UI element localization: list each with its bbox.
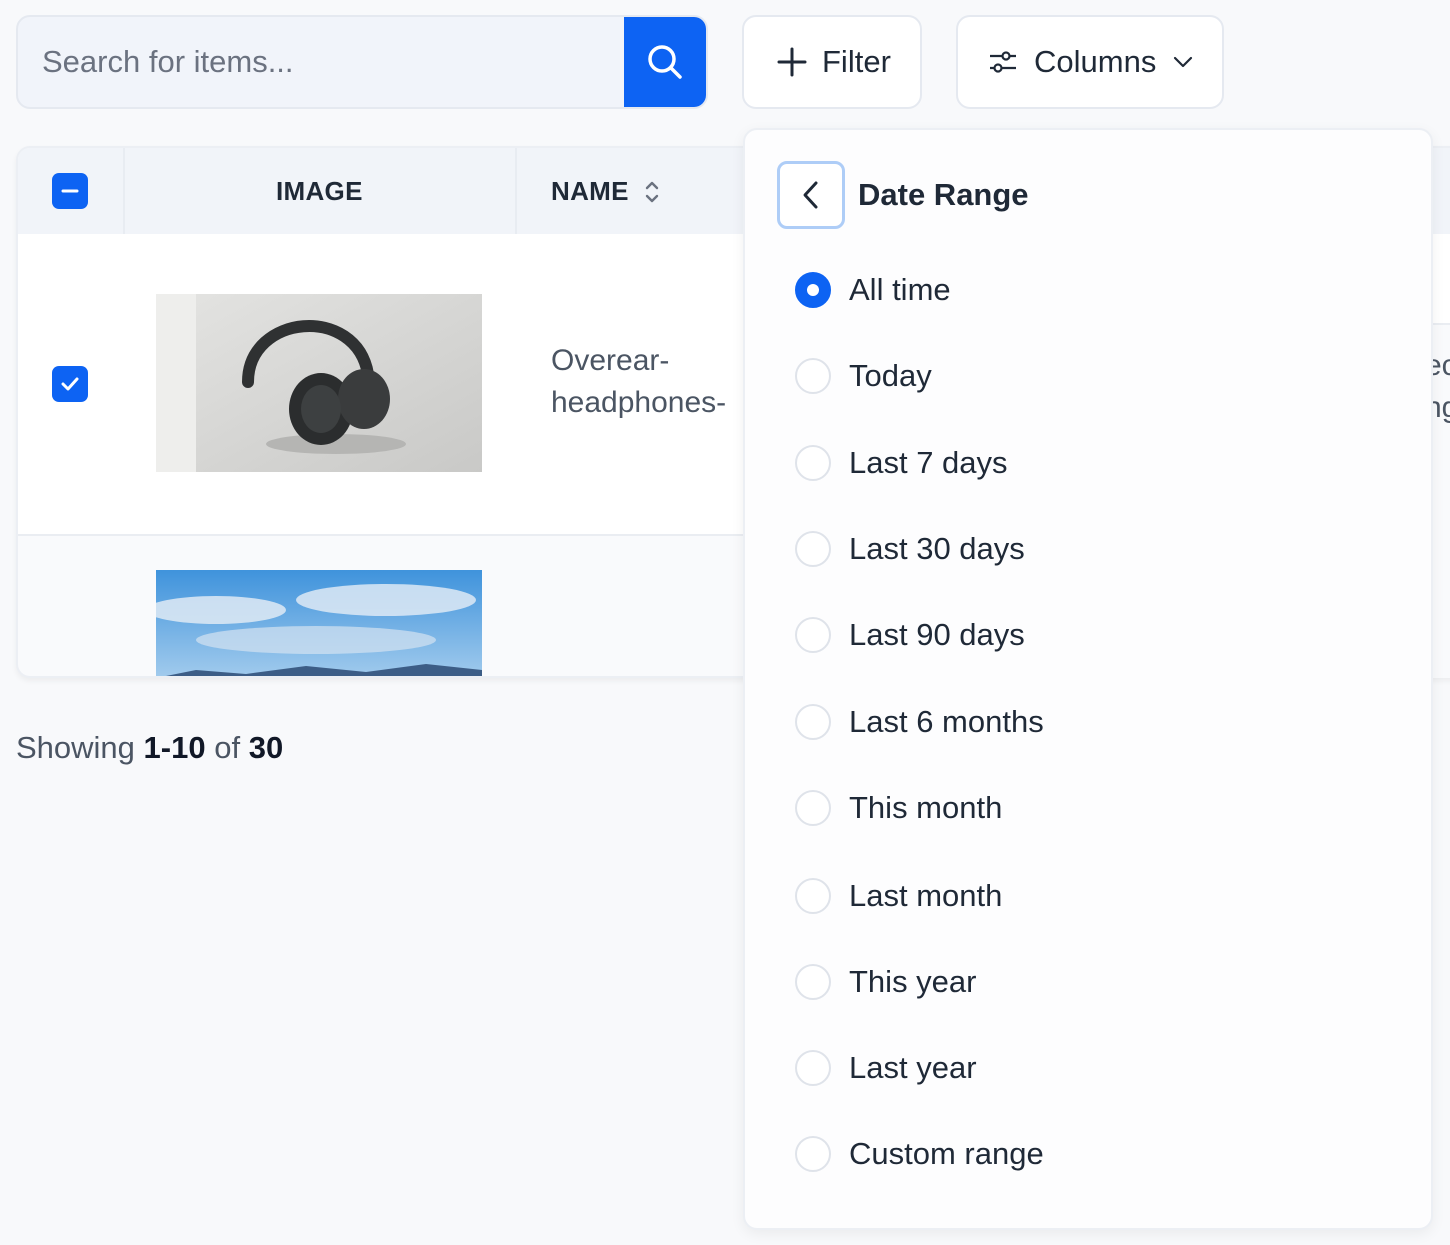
peek-text-2: ng — [1433, 391, 1450, 425]
chevron-left-icon — [803, 181, 818, 209]
product-name-line-2: headphones- — [551, 386, 727, 419]
option-this-month[interactable]: This month — [795, 778, 1355, 838]
minus-icon — [61, 189, 79, 193]
option-last-30-days[interactable]: Last 30 days — [795, 519, 1355, 579]
radio[interactable] — [795, 1050, 831, 1086]
search-input[interactable] — [18, 17, 624, 107]
product-name-line-1: Overear- — [551, 344, 670, 377]
radio[interactable] — [795, 445, 831, 481]
back-button[interactable] — [777, 161, 845, 229]
option-last-90-days[interactable]: Last 90 days — [795, 605, 1355, 665]
product-image-headphones — [156, 294, 482, 472]
option-label: Last 7 days — [849, 445, 1008, 480]
search-icon — [648, 45, 682, 79]
column-header-image: IMAGE — [276, 176, 363, 206]
radio[interactable] — [795, 704, 831, 740]
radio[interactable] — [795, 878, 831, 914]
radio-selected[interactable] — [795, 272, 831, 308]
columns-button-label: Columns — [1034, 44, 1157, 79]
pagination-total: 30 — [248, 730, 284, 765]
sort-icon[interactable] — [644, 179, 660, 205]
radio[interactable] — [795, 790, 831, 826]
chevron-down-icon — [1174, 56, 1193, 68]
option-this-year[interactable]: This year — [795, 952, 1355, 1012]
page: Filter Columns IMAGE NAME — [0, 0, 1450, 1245]
option-label: Last 30 days — [849, 531, 1025, 566]
column-divider — [123, 148, 125, 234]
option-last-6-months[interactable]: Last 6 months — [795, 692, 1355, 752]
sliders-icon — [990, 51, 1016, 73]
option-label: Last 6 months — [849, 704, 1044, 739]
pagination-range: 1-10 — [143, 730, 206, 765]
option-label: Last month — [849, 878, 1003, 913]
option-label: This month — [849, 790, 1003, 825]
option-last-month[interactable]: Last month — [795, 866, 1355, 926]
plus-icon — [777, 47, 807, 77]
filter-button-label: Filter — [822, 44, 891, 79]
option-custom-range[interactable]: Custom range — [795, 1124, 1355, 1184]
pagination-summary: Showing 1-10 of 30 — [16, 730, 283, 766]
option-label: This year — [849, 964, 977, 999]
option-label: Last year — [849, 1050, 977, 1085]
date-range-panel: Date Range All time Today Last 7 days La… — [743, 128, 1433, 1230]
option-label: Today — [849, 358, 932, 393]
option-label: All time — [849, 272, 951, 307]
option-last-year[interactable]: Last year — [795, 1038, 1355, 1098]
radio[interactable] — [795, 964, 831, 1000]
row-checkbox[interactable] — [52, 366, 88, 402]
radio[interactable] — [795, 1136, 831, 1172]
column-header-name[interactable]: NAME — [551, 176, 629, 207]
radio[interactable] — [795, 358, 831, 394]
option-last-7-days[interactable]: Last 7 days — [795, 433, 1355, 493]
search-bar — [16, 15, 708, 109]
pagination-prefix: Showing — [16, 730, 135, 765]
filter-button[interactable]: Filter — [742, 15, 922, 109]
product-name[interactable]: Overear- headphones- — [551, 340, 751, 424]
columns-button[interactable]: Columns — [956, 15, 1224, 109]
option-today[interactable]: Today — [795, 346, 1355, 406]
peek-text-1: ec — [1433, 349, 1450, 383]
option-label: Last 90 days — [849, 617, 1025, 652]
column-divider — [515, 148, 517, 234]
search-button[interactable] — [624, 17, 706, 107]
product-image-landscape — [156, 570, 482, 676]
hidden-column-peek: ec ng — [1433, 323, 1450, 678]
check-icon — [61, 377, 79, 391]
option-all-time[interactable]: All time — [795, 260, 1355, 320]
select-all-checkbox[interactable] — [52, 173, 88, 209]
radio[interactable] — [795, 617, 831, 653]
panel-title: Date Range — [858, 177, 1029, 212]
pagination-of: of — [214, 730, 241, 765]
radio[interactable] — [795, 531, 831, 567]
option-label: Custom range — [849, 1136, 1044, 1171]
